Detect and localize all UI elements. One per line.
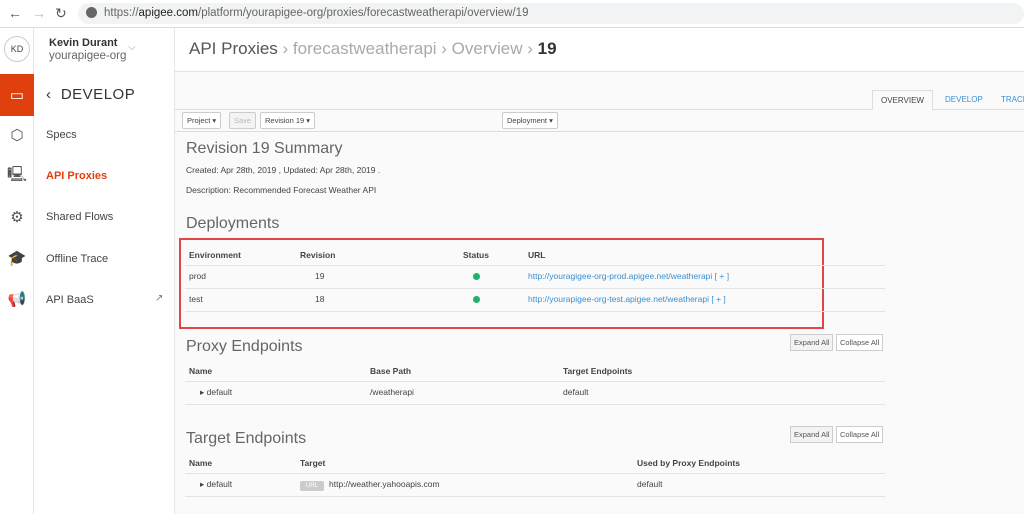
proxy-endpoint-row[interactable]: ▸ default <box>200 387 232 398</box>
user-name[interactable]: Kevin Durant <box>49 37 117 49</box>
col-target-endpoints: Target Endpoints <box>563 366 633 376</box>
used-by: default <box>637 479 663 489</box>
chevron-down-icon[interactable]: ⌵ <box>128 42 136 53</box>
collapse-all-button[interactable]: Collapse All <box>836 334 884 351</box>
summary-dates: Created: Apr 28th, 2019 , Updated: Apr 2… <box>186 165 381 175</box>
section-title: DEVELOP <box>60 86 136 103</box>
icon-rail: KD ▭ ⬡ 🖳 ⚙ 🎓 📢 <box>0 28 34 514</box>
deployment-url-link[interactable]: http://yourapigee-org-test.apigee.net/we… <box>528 294 726 304</box>
status-ok-icon <box>473 273 480 280</box>
offline-trace-cap-icon[interactable]: 🎓 <box>0 241 34 275</box>
globe-icon <box>86 7 97 18</box>
sidebar-item-specs[interactable]: Specs <box>46 129 77 141</box>
address-bar[interactable]: https://apigee.com/platform/yourapigee-o… <box>78 3 1024 24</box>
megaphone-icon[interactable]: 📢 <box>0 282 34 316</box>
main-content: OVERVIEW DEVELOP TRACE Project ▾ Save Re… <box>175 72 1024 514</box>
col-base-path: Base Path <box>370 366 412 376</box>
col-name: Name <box>189 366 213 376</box>
api-proxies-monitor-icon[interactable]: 🖳 <box>0 159 34 193</box>
deployment-revision: 18 <box>315 294 325 304</box>
target-endpoints: default <box>563 387 589 397</box>
deployment-env: prod <box>189 271 207 281</box>
deployment-env: test <box>189 294 203 304</box>
summary-description: Description: Recommended Forecast Weathe… <box>186 185 377 195</box>
col-used-by: Used by Proxy Endpoints <box>637 458 740 468</box>
save-button[interactable]: Save <box>229 112 257 129</box>
breadcrumb-api-proxies[interactable]: API Proxies <box>189 39 278 58</box>
breadcrumb: API Proxies › forecastweatherapi › Overv… <box>189 39 557 58</box>
highlight-box <box>179 238 824 329</box>
col-name: Name <box>189 458 213 468</box>
col-target: Target <box>300 458 326 468</box>
summary-title: Revision 19 Summary <box>186 140 343 157</box>
toolbar: Project ▾ Save Revision 19 ▾ Deployment … <box>175 110 1024 132</box>
back-icon[interactable]: ← <box>8 5 22 21</box>
target-url: URL http://weather.yahooapis.com <box>300 479 440 491</box>
col-status: Status <box>463 250 489 260</box>
deployment-url-link[interactable]: http://youragigee-org-prod.apigee.net/we… <box>528 271 729 281</box>
url-badge: URL <box>300 481 325 491</box>
chevron-left-icon: ‹ <box>46 86 61 103</box>
sidebar-item-shared-flows[interactable]: Shared Flows <box>46 211 113 223</box>
caret-right-icon: ▸ <box>200 479 207 489</box>
tab-overview[interactable]: OVERVIEW <box>872 90 933 110</box>
tab-develop[interactable]: DEVELOP <box>937 90 991 110</box>
add-button: [ + ] <box>714 271 730 281</box>
url-prefix: https:// <box>104 7 139 19</box>
browser-toolbar: ← → ↻ https://apigee.com/platform/yourap… <box>0 0 1024 28</box>
deployments-title: Deployments <box>186 215 280 232</box>
target-endpoint-row[interactable]: ▸ default <box>200 479 232 490</box>
breadcrumb-proxy[interactable]: forecastweatherapi <box>293 39 437 58</box>
expand-all-button[interactable]: Expand All <box>790 334 834 351</box>
breadcrumb-revision: 19 <box>537 39 557 58</box>
sidebar-item-api-baas[interactable]: API BaaS <box>46 294 94 306</box>
shared-flows-gears-icon[interactable]: ⚙ <box>0 200 34 234</box>
url-path: /platform/yourapigee-org/proxies/forecas… <box>198 7 529 19</box>
tab-trace[interactable]: TRACE <box>993 90 1024 110</box>
base-path: /weatherapi <box>370 387 414 397</box>
deployment-dropdown[interactable]: Deployment ▾ <box>502 112 558 129</box>
reload-icon[interactable]: ↻ <box>55 5 67 22</box>
caret-right-icon: ▸ <box>200 387 207 397</box>
expand-all-button[interactable]: Expand All <box>790 426 834 443</box>
develop-terminal-icon[interactable]: ▭ <box>0 74 34 116</box>
specs-cube-icon[interactable]: ⬡ <box>0 118 34 152</box>
status-ok-icon <box>473 296 480 303</box>
develop-back[interactable]: ‹ DEVELOP <box>46 86 135 103</box>
add-button: [ + ] <box>711 294 726 304</box>
org-name[interactable]: yourapigee-org <box>49 50 126 62</box>
forward-icon[interactable]: → <box>32 5 46 21</box>
external-link-icon: ↗ <box>155 293 164 304</box>
collapse-all-button[interactable]: Collapse All <box>836 426 884 443</box>
project-dropdown[interactable]: Project ▾ <box>182 112 222 129</box>
tab-bar: OVERVIEW DEVELOP TRACE <box>175 89 1024 110</box>
col-environment: Environment <box>189 250 241 260</box>
proxy-endpoints-title: Proxy Endpoints <box>186 338 303 355</box>
avatar[interactable]: KD <box>4 36 30 62</box>
sidebar-item-offline-trace[interactable]: Offline Trace <box>46 253 108 265</box>
breadcrumb-page[interactable]: Overview <box>452 39 523 58</box>
col-url: URL <box>528 250 546 260</box>
page-header: API Proxies › forecastweatherapi › Overv… <box>175 28 1024 72</box>
revision-dropdown[interactable]: Revision 19 ▾ <box>260 112 316 129</box>
sidebar-item-api-proxies[interactable]: API Proxies <box>46 170 107 182</box>
url-domain: apigee.com <box>138 7 198 19</box>
target-endpoints-title: Target Endpoints <box>186 430 307 447</box>
sidebar: Kevin Durant yourapigee-org ⌵ ‹ DEVELOP … <box>34 28 175 514</box>
col-revision: Revision <box>300 250 336 260</box>
deployment-revision: 19 <box>315 271 325 281</box>
